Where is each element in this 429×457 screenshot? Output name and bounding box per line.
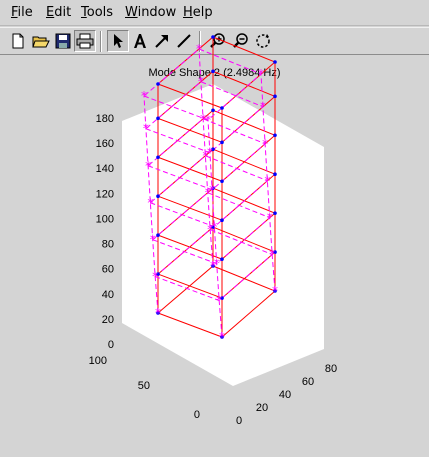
mode-star-marker: * — [196, 42, 202, 56]
mode-star-marker: * — [145, 159, 151, 173]
mode-star-marker: * — [262, 137, 268, 151]
mode-star-marker: * — [272, 284, 278, 298]
mode-star-marker: * — [147, 196, 153, 210]
y-tick-label: 50 — [138, 380, 150, 392]
node-marker — [273, 60, 277, 64]
node-marker — [156, 82, 160, 86]
mode-star-marker: * — [155, 306, 161, 320]
z-tick-label: 160 — [96, 138, 114, 150]
mode-star-marker: * — [200, 112, 206, 126]
mode-star-marker: * — [198, 75, 204, 89]
z-tick-label: 180 — [96, 113, 114, 125]
x-tick-label: 0 — [236, 415, 242, 427]
mode-star-marker: * — [210, 259, 216, 273]
mode-star-marker: * — [269, 248, 275, 262]
node-marker — [273, 94, 277, 99]
node-marker — [220, 218, 224, 223]
x-tick-label: 80 — [325, 363, 337, 375]
y-tick-label: 0 — [194, 409, 200, 421]
mode-star-marker: * — [264, 174, 270, 188]
mode-star-marker: * — [205, 186, 211, 200]
mode-star-marker: * — [267, 211, 273, 225]
node-marker — [220, 140, 224, 145]
node-marker — [211, 35, 215, 39]
node-marker — [211, 69, 215, 74]
y-tick-label: 100 — [89, 355, 107, 367]
x-tick-label: 20 — [256, 402, 268, 414]
z-tick-label: 120 — [96, 188, 114, 200]
z-tick-label: 0 — [108, 339, 114, 351]
node-marker — [211, 108, 215, 113]
x-tick-label: 60 — [302, 376, 314, 388]
node-marker — [273, 133, 277, 138]
node-marker — [273, 172, 277, 177]
z-tick-label: 40 — [102, 289, 114, 301]
mode-star-marker: * — [260, 100, 266, 114]
node-marker — [156, 194, 160, 199]
z-tick-label: 80 — [102, 239, 114, 251]
node-marker — [220, 179, 224, 184]
node-marker — [156, 155, 160, 160]
mode-star-marker: * — [219, 330, 225, 344]
node-marker — [273, 211, 277, 215]
z-tick-label: 20 — [102, 314, 114, 326]
mode-star-marker: * — [143, 122, 149, 136]
node-marker — [220, 257, 224, 261]
mode-star-marker: * — [150, 233, 156, 247]
mode-star-marker: * — [202, 149, 208, 163]
mode-shape-plot[interactable]: 020406080100120140160180100500 020406080 … — [0, 0, 429, 457]
x-tick-label: 40 — [279, 389, 291, 401]
node-marker — [220, 106, 224, 110]
z-tick-label: 100 — [96, 213, 114, 225]
mode-star-marker: * — [216, 294, 222, 308]
mode-star-marker: * — [141, 89, 147, 103]
mode-star-marker: * — [258, 67, 264, 81]
node-marker — [156, 116, 160, 121]
z-tick-label: 140 — [96, 163, 114, 175]
mode-star-marker: * — [207, 223, 213, 237]
z-tick-label: 60 — [102, 264, 114, 276]
mode-star-marker: * — [152, 270, 158, 284]
node-marker — [156, 233, 160, 237]
